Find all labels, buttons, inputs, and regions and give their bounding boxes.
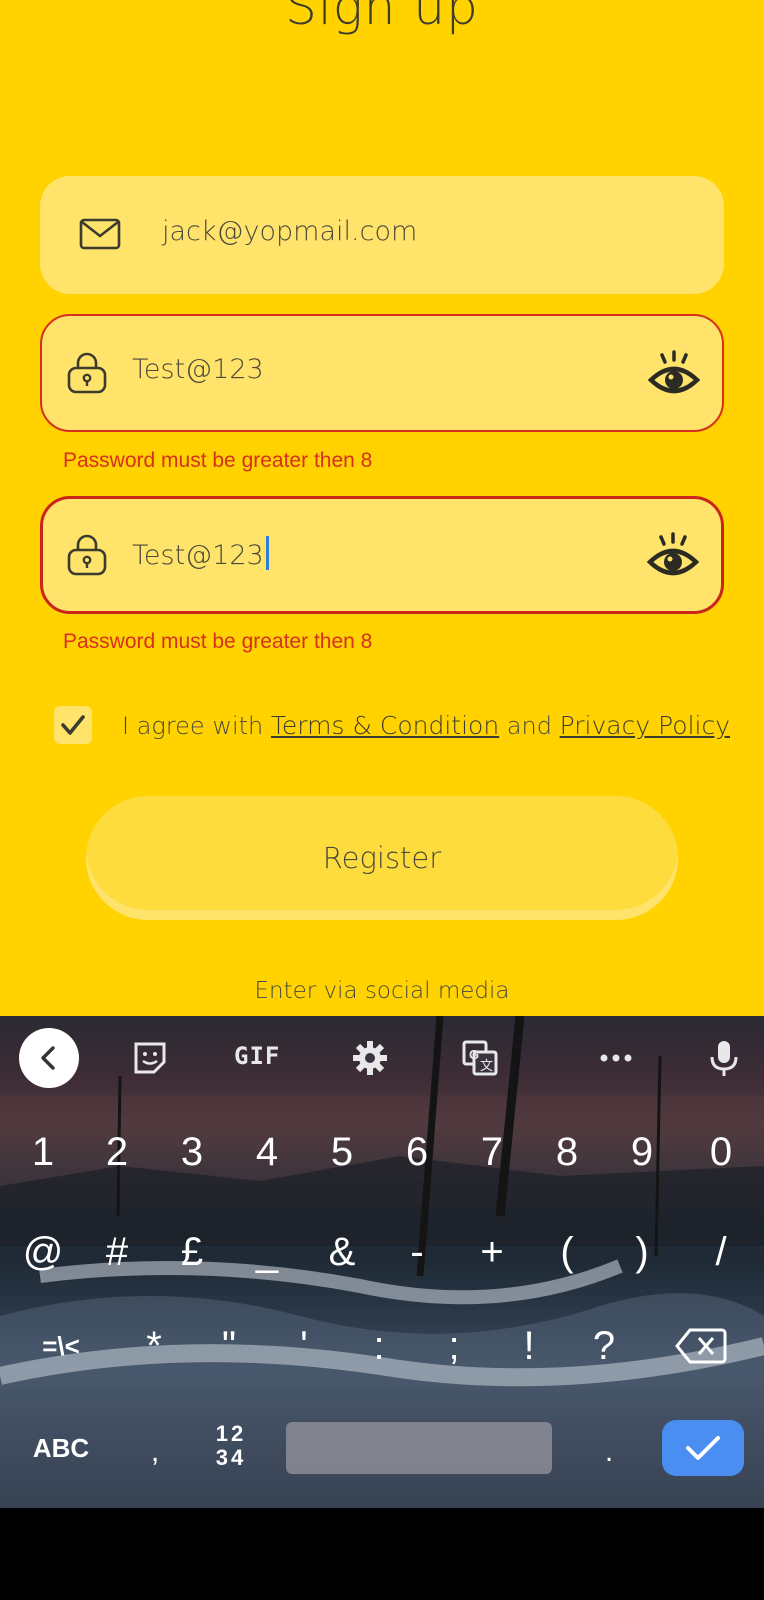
key-semicolon[interactable]: ;	[417, 1306, 491, 1386]
key-colon[interactable]: :	[342, 1306, 416, 1386]
key-slash[interactable]: /	[684, 1212, 758, 1292]
confirm-password-error: Password must be greater then 8	[63, 630, 373, 653]
key-3[interactable]: 3	[155, 1112, 229, 1192]
gif-button[interactable]: GIF	[234, 1042, 280, 1070]
key-close-paren[interactable]: )	[605, 1212, 679, 1292]
translate-icon[interactable]: G 文	[460, 1038, 500, 1078]
key-2[interactable]: 2	[80, 1112, 154, 1192]
agree-conjunction: and	[506, 712, 552, 740]
key-5[interactable]: 5	[305, 1112, 379, 1192]
key-numpad[interactable]: 12 34	[194, 1408, 268, 1488]
key-0[interactable]: 0	[684, 1112, 758, 1192]
email-field[interactable]: jack@yopmail.com	[40, 176, 724, 294]
microphone-icon[interactable]	[704, 1038, 744, 1078]
key-open-paren[interactable]: (	[530, 1212, 604, 1292]
eye-icon[interactable]	[646, 532, 700, 582]
confirm-password-field[interactable]: Test@123	[40, 496, 724, 614]
key-asterisk[interactable]: *	[117, 1306, 191, 1386]
key-plus[interactable]: +	[455, 1212, 529, 1292]
agree-row: I agree with Terms & Condition and Priva…	[54, 706, 754, 746]
key-double-quote[interactable]: "	[192, 1306, 266, 1386]
register-button[interactable]: Register	[86, 796, 678, 920]
key-period[interactable]: .	[572, 1412, 646, 1492]
agree-checkbox[interactable]	[54, 706, 92, 744]
sticker-icon[interactable]	[130, 1038, 170, 1078]
key-exclamation[interactable]: !	[492, 1306, 566, 1386]
key-6[interactable]: 6	[380, 1112, 454, 1192]
text-caret	[265, 536, 269, 570]
key-7[interactable]: 7	[455, 1112, 529, 1192]
back-icon[interactable]	[19, 1028, 79, 1088]
key-hash[interactable]: #	[80, 1212, 154, 1292]
keyboard-toolbar: GIF G 文	[0, 1016, 764, 1104]
enter-key[interactable]	[662, 1420, 744, 1476]
key-1[interactable]: 1	[6, 1112, 80, 1192]
confirm-password-value: Test@123	[132, 536, 269, 571]
numpad-bottom: 34	[215, 1445, 247, 1470]
key-single-quote[interactable]: '	[267, 1306, 341, 1386]
signup-screen: Sign up jack@yopmail.com Test@123 Passwo…	[0, 0, 764, 1016]
lock-icon	[64, 532, 110, 576]
password-error: Password must be greater then 8	[63, 449, 373, 472]
envelope-icon	[78, 214, 124, 254]
agree-text: I agree with Terms & Condition and Priva…	[122, 711, 730, 740]
eye-icon[interactable]	[647, 350, 701, 400]
key-minus[interactable]: -	[380, 1212, 454, 1292]
key-more-symbols[interactable]: =\<	[24, 1306, 98, 1386]
key-8[interactable]: 8	[530, 1112, 604, 1192]
privacy-link[interactable]: Privacy Policy	[560, 711, 730, 740]
check-icon	[61, 715, 85, 735]
agree-prefix: I agree with	[122, 712, 264, 740]
social-label: Enter via social media	[254, 978, 510, 1004]
key-4[interactable]: 4	[230, 1112, 304, 1192]
password-value: Test@123	[132, 354, 264, 385]
password-field[interactable]: Test@123	[40, 314, 724, 432]
more-icon[interactable]	[596, 1038, 636, 1078]
terms-link[interactable]: Terms & Condition	[271, 711, 499, 740]
key-underscore[interactable]: _	[230, 1212, 304, 1292]
numpad-top: 12	[215, 1421, 247, 1446]
checkmark-icon	[686, 1436, 720, 1460]
backspace-icon[interactable]	[664, 1306, 738, 1386]
key-abc[interactable]: ABC	[24, 1408, 98, 1488]
soft-keyboard: GIF G 文 1 2 3 4 5 6 7 8 9 0 @ # £ _ & - …	[0, 1016, 764, 1508]
email-value: jack@yopmail.com	[162, 216, 418, 247]
svg-text:G: G	[469, 1047, 479, 1062]
navigation-bar	[0, 1508, 764, 1600]
page-title: Sign up	[285, 0, 479, 36]
key-9[interactable]: 9	[605, 1112, 679, 1192]
lock-icon	[64, 350, 110, 394]
key-question[interactable]: ?	[567, 1306, 641, 1386]
key-ampersand[interactable]: &	[305, 1212, 379, 1292]
svg-text:文: 文	[480, 1058, 493, 1073]
space-key[interactable]	[286, 1422, 552, 1474]
settings-icon[interactable]	[350, 1038, 390, 1078]
key-comma[interactable]: ,	[118, 1412, 192, 1492]
key-pound[interactable]: £	[155, 1212, 229, 1292]
key-at[interactable]: @	[6, 1212, 80, 1292]
